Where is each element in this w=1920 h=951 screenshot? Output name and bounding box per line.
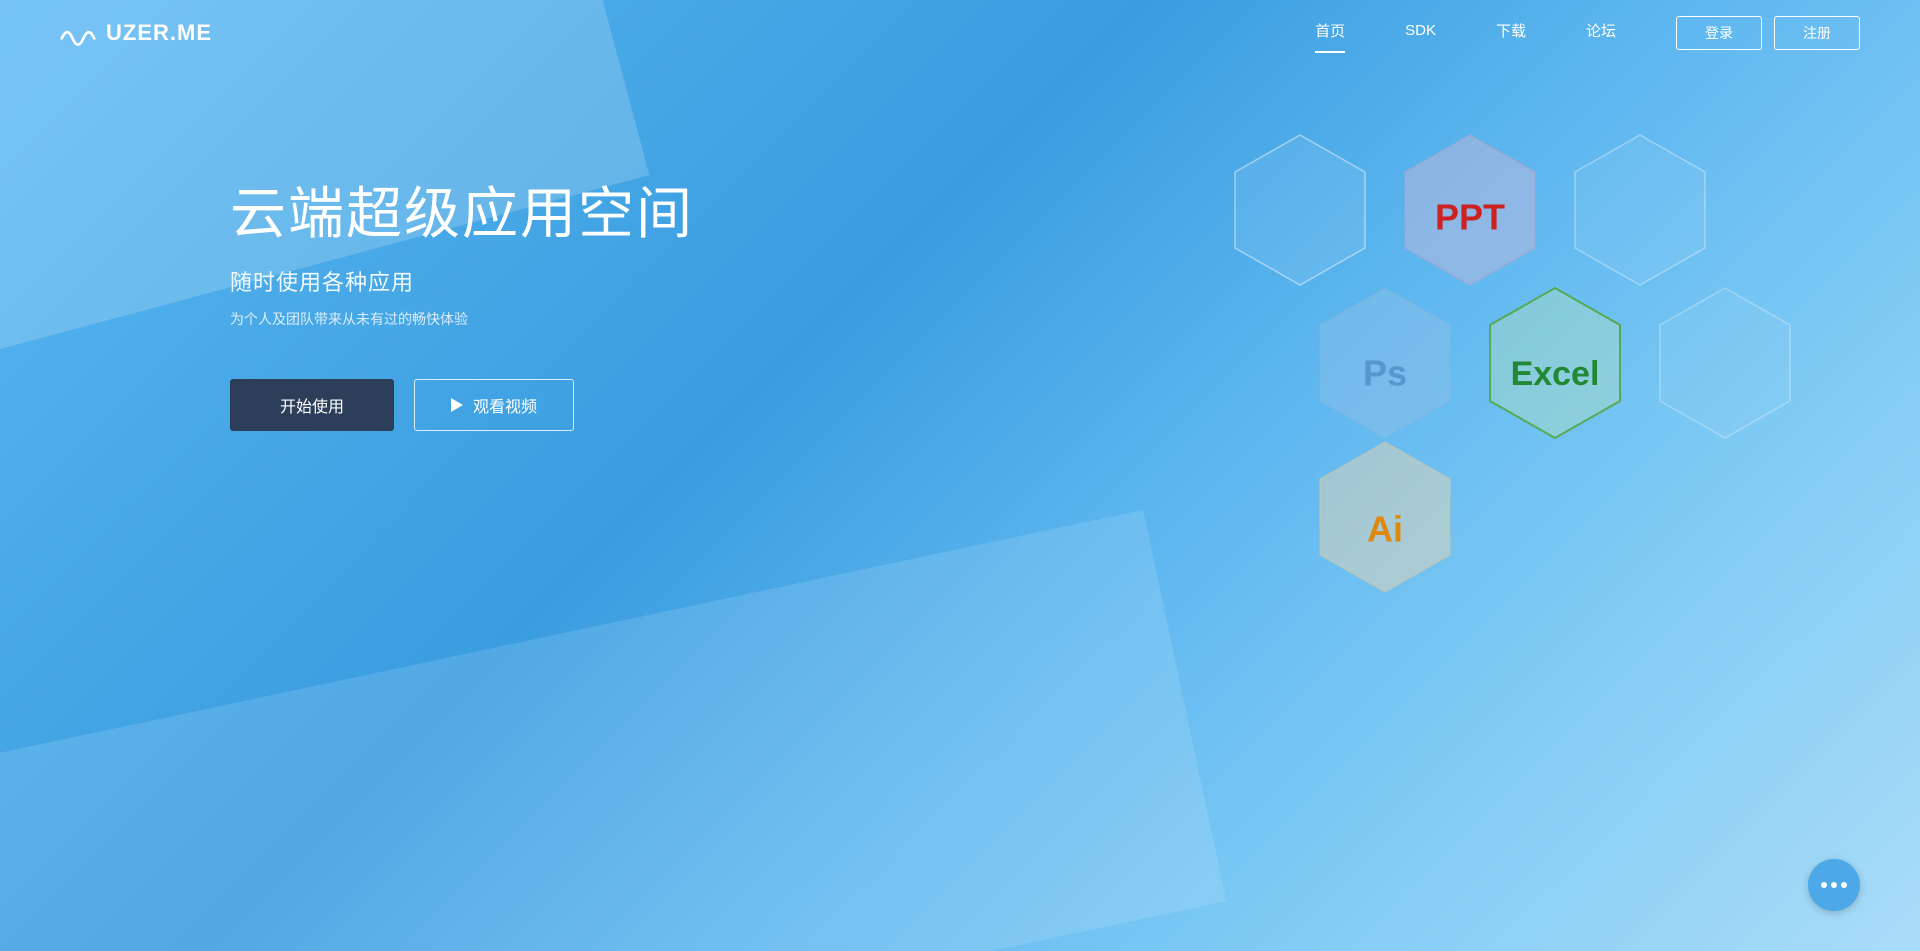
hex-topleft bbox=[1235, 135, 1365, 285]
video-button-label: 观看视频 bbox=[473, 393, 537, 417]
hero-title: 云端超级应用空间 bbox=[230, 180, 694, 247]
navbar: UZER.ME 首页 SDK 下载 论坛 登录 注册 bbox=[0, 0, 1920, 65]
hero-section: UZER.ME 首页 SDK 下载 论坛 登录 注册 云端超级应用空间 随时使用… bbox=[0, 0, 1920, 951]
nav-download[interactable]: 下载 bbox=[1496, 20, 1526, 45]
hex-bottomright bbox=[1660, 288, 1790, 438]
logo-text: UZER.ME bbox=[106, 20, 212, 46]
hex-grid: PPT Ps Excel Ai bbox=[1140, 120, 1840, 720]
login-button[interactable]: 登录 bbox=[1676, 16, 1762, 50]
nav-sdk[interactable]: SDK bbox=[1405, 22, 1436, 43]
hex-topright bbox=[1575, 135, 1705, 285]
video-button[interactable]: 观看视频 bbox=[414, 379, 574, 431]
chat-bubble[interactable] bbox=[1808, 859, 1860, 911]
nav-forum[interactable]: 论坛 bbox=[1586, 20, 1616, 45]
logo: UZER.ME bbox=[60, 19, 212, 47]
hero-subtitle: 随时使用各种应用 bbox=[230, 265, 694, 297]
start-button[interactable]: 开始使用 bbox=[230, 379, 394, 431]
register-button[interactable]: 注册 bbox=[1774, 16, 1860, 50]
hex-ai-label: Ai bbox=[1367, 509, 1403, 550]
play-icon bbox=[451, 398, 463, 412]
hex-ppt-label: PPT bbox=[1435, 197, 1505, 238]
chat-dot-2 bbox=[1831, 882, 1837, 888]
nav-actions: 登录 注册 bbox=[1676, 16, 1860, 50]
hex-ps-label: Ps bbox=[1363, 353, 1407, 394]
hex-excel-label: Excel bbox=[1511, 355, 1600, 393]
hero-desc: 为个人及团队带来从未有过的畅快体验 bbox=[230, 309, 694, 329]
nav-links: 首页 SDK 下载 论坛 bbox=[1315, 20, 1616, 45]
chat-dot-3 bbox=[1841, 882, 1847, 888]
hero-buttons: 开始使用 观看视频 bbox=[230, 379, 694, 431]
hero-content: 云端超级应用空间 随时使用各种应用 为个人及团队带来从未有过的畅快体验 开始使用… bbox=[230, 180, 694, 431]
hex-svg: PPT Ps Excel Ai bbox=[1140, 120, 1840, 720]
chat-dots bbox=[1821, 882, 1847, 888]
logo-icon bbox=[60, 19, 96, 47]
chat-dot-1 bbox=[1821, 882, 1827, 888]
nav-home[interactable]: 首页 bbox=[1315, 20, 1345, 45]
